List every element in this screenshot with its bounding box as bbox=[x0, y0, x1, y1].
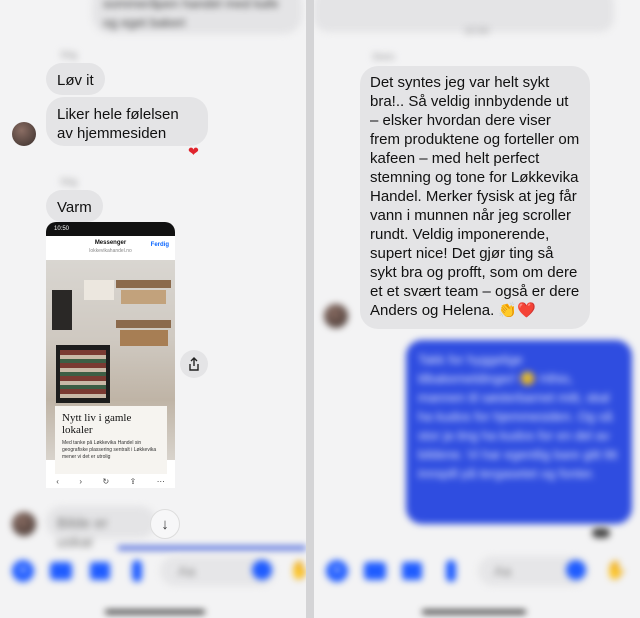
article-card: Nytt liv i gamle lokaler Med tanke på Lø… bbox=[55, 406, 167, 478]
right-chat-pane: 10:50 Stein Det syntes jeg var helt sykt… bbox=[314, 0, 640, 618]
share-icon bbox=[189, 357, 199, 371]
typing-preview-bubble: Bilde er uskar bbox=[46, 506, 156, 551]
avatar[interactable] bbox=[12, 512, 36, 536]
message-bubble-love[interactable]: Løv it bbox=[46, 63, 105, 95]
screenshot-status-time: 10:50 bbox=[46, 222, 175, 236]
message-text: Varm bbox=[57, 199, 92, 216]
input-placeholder: Aa bbox=[178, 563, 196, 579]
message-bubble-sent[interactable]: Takk for hyggelige tilbakemeldinger! 😊 H… bbox=[406, 340, 632, 524]
sender-name: Stig bbox=[60, 177, 78, 188]
screenshot-browser-nav: ‹ › ↻ ⇪ ⋯ bbox=[46, 474, 175, 488]
article-title: Nytt liv i gamle lokaler bbox=[62, 412, 132, 436]
microphone-icon[interactable] bbox=[446, 560, 456, 582]
emoji-icon[interactable] bbox=[252, 560, 272, 580]
more-icon: ⋯ bbox=[156, 476, 165, 486]
reload-icon: ↻ bbox=[102, 476, 110, 486]
read-receipts bbox=[592, 528, 610, 538]
timestamp: 10:50 bbox=[464, 26, 490, 37]
microphone-icon[interactable] bbox=[132, 560, 142, 582]
plus-icon[interactable]: + bbox=[326, 560, 348, 582]
plus-icon[interactable]: + bbox=[12, 560, 34, 582]
composer-bar: + Aa ✋ bbox=[314, 552, 640, 592]
input-placeholder: Aa bbox=[494, 563, 512, 579]
sender-name: Stein bbox=[372, 52, 395, 63]
avatar[interactable] bbox=[12, 122, 36, 146]
shared-screenshot[interactable]: 10:50 Messenger lokkevikahandel.no Ferdi… bbox=[46, 222, 175, 488]
heart-reaction-icon[interactable]: ❤ bbox=[188, 144, 199, 160]
home-indicator bbox=[422, 610, 526, 614]
left-chat-pane: sommeråpen handel med kafe og eget baker… bbox=[0, 0, 306, 618]
composer-bar: + Aa ✋ bbox=[0, 552, 306, 592]
pane-divider bbox=[306, 0, 314, 618]
screenshot-header: Messenger lokkevikahandel.no Ferdig bbox=[46, 236, 175, 261]
message-bubble-praise[interactable]: Det syntes jeg var helt sykt bra!.. Så v… bbox=[360, 66, 590, 329]
article-body: Med tanke på Løkkevika Handel sin geogra… bbox=[62, 440, 157, 460]
reaction-emoji-icon[interactable]: ✋ bbox=[289, 558, 306, 582]
message-bubble-cutoff: sommeråpen handel med kafe og eget baker… bbox=[92, 0, 302, 34]
avatar[interactable] bbox=[324, 304, 348, 328]
gallery-icon[interactable] bbox=[90, 562, 110, 580]
screenshot-url: lokkevikahandel.no bbox=[89, 248, 132, 254]
emoji-icon[interactable] bbox=[566, 560, 586, 580]
message-text: Det syntes jeg var helt sykt bra!.. Så v… bbox=[370, 74, 580, 319]
message-text: sommeråpen handel med kafe og eget baker… bbox=[103, 0, 279, 30]
forward-icon: › bbox=[79, 476, 82, 486]
message-text: Takk for hyggelige tilbakemeldinger! 😊 H… bbox=[418, 352, 618, 481]
screenshot-done-button: Ferdig bbox=[150, 242, 169, 248]
home-indicator bbox=[105, 610, 205, 614]
share-icon: ⇪ bbox=[129, 476, 137, 486]
scroll-down-button[interactable]: ↓ bbox=[150, 509, 180, 539]
message-text: Løv it bbox=[57, 72, 94, 89]
sender-name: Stig bbox=[60, 50, 78, 61]
share-button[interactable] bbox=[180, 350, 208, 378]
gallery-icon[interactable] bbox=[402, 562, 422, 580]
reaction-emoji-icon[interactable]: ✋ bbox=[605, 558, 627, 582]
message-bubble-warm[interactable]: Varm bbox=[46, 190, 103, 222]
camera-icon[interactable] bbox=[50, 562, 72, 580]
message-text: Liker hele følelsen av hjemmesiden bbox=[57, 106, 179, 142]
camera-icon[interactable] bbox=[364, 562, 386, 580]
message-bubble-likes[interactable]: Liker hele følelsen av hjemmesiden bbox=[46, 97, 208, 146]
blue-highlight-edge bbox=[118, 546, 306, 550]
preview-text: Bilde er uskar bbox=[57, 515, 108, 551]
back-icon: ‹ bbox=[56, 476, 59, 486]
